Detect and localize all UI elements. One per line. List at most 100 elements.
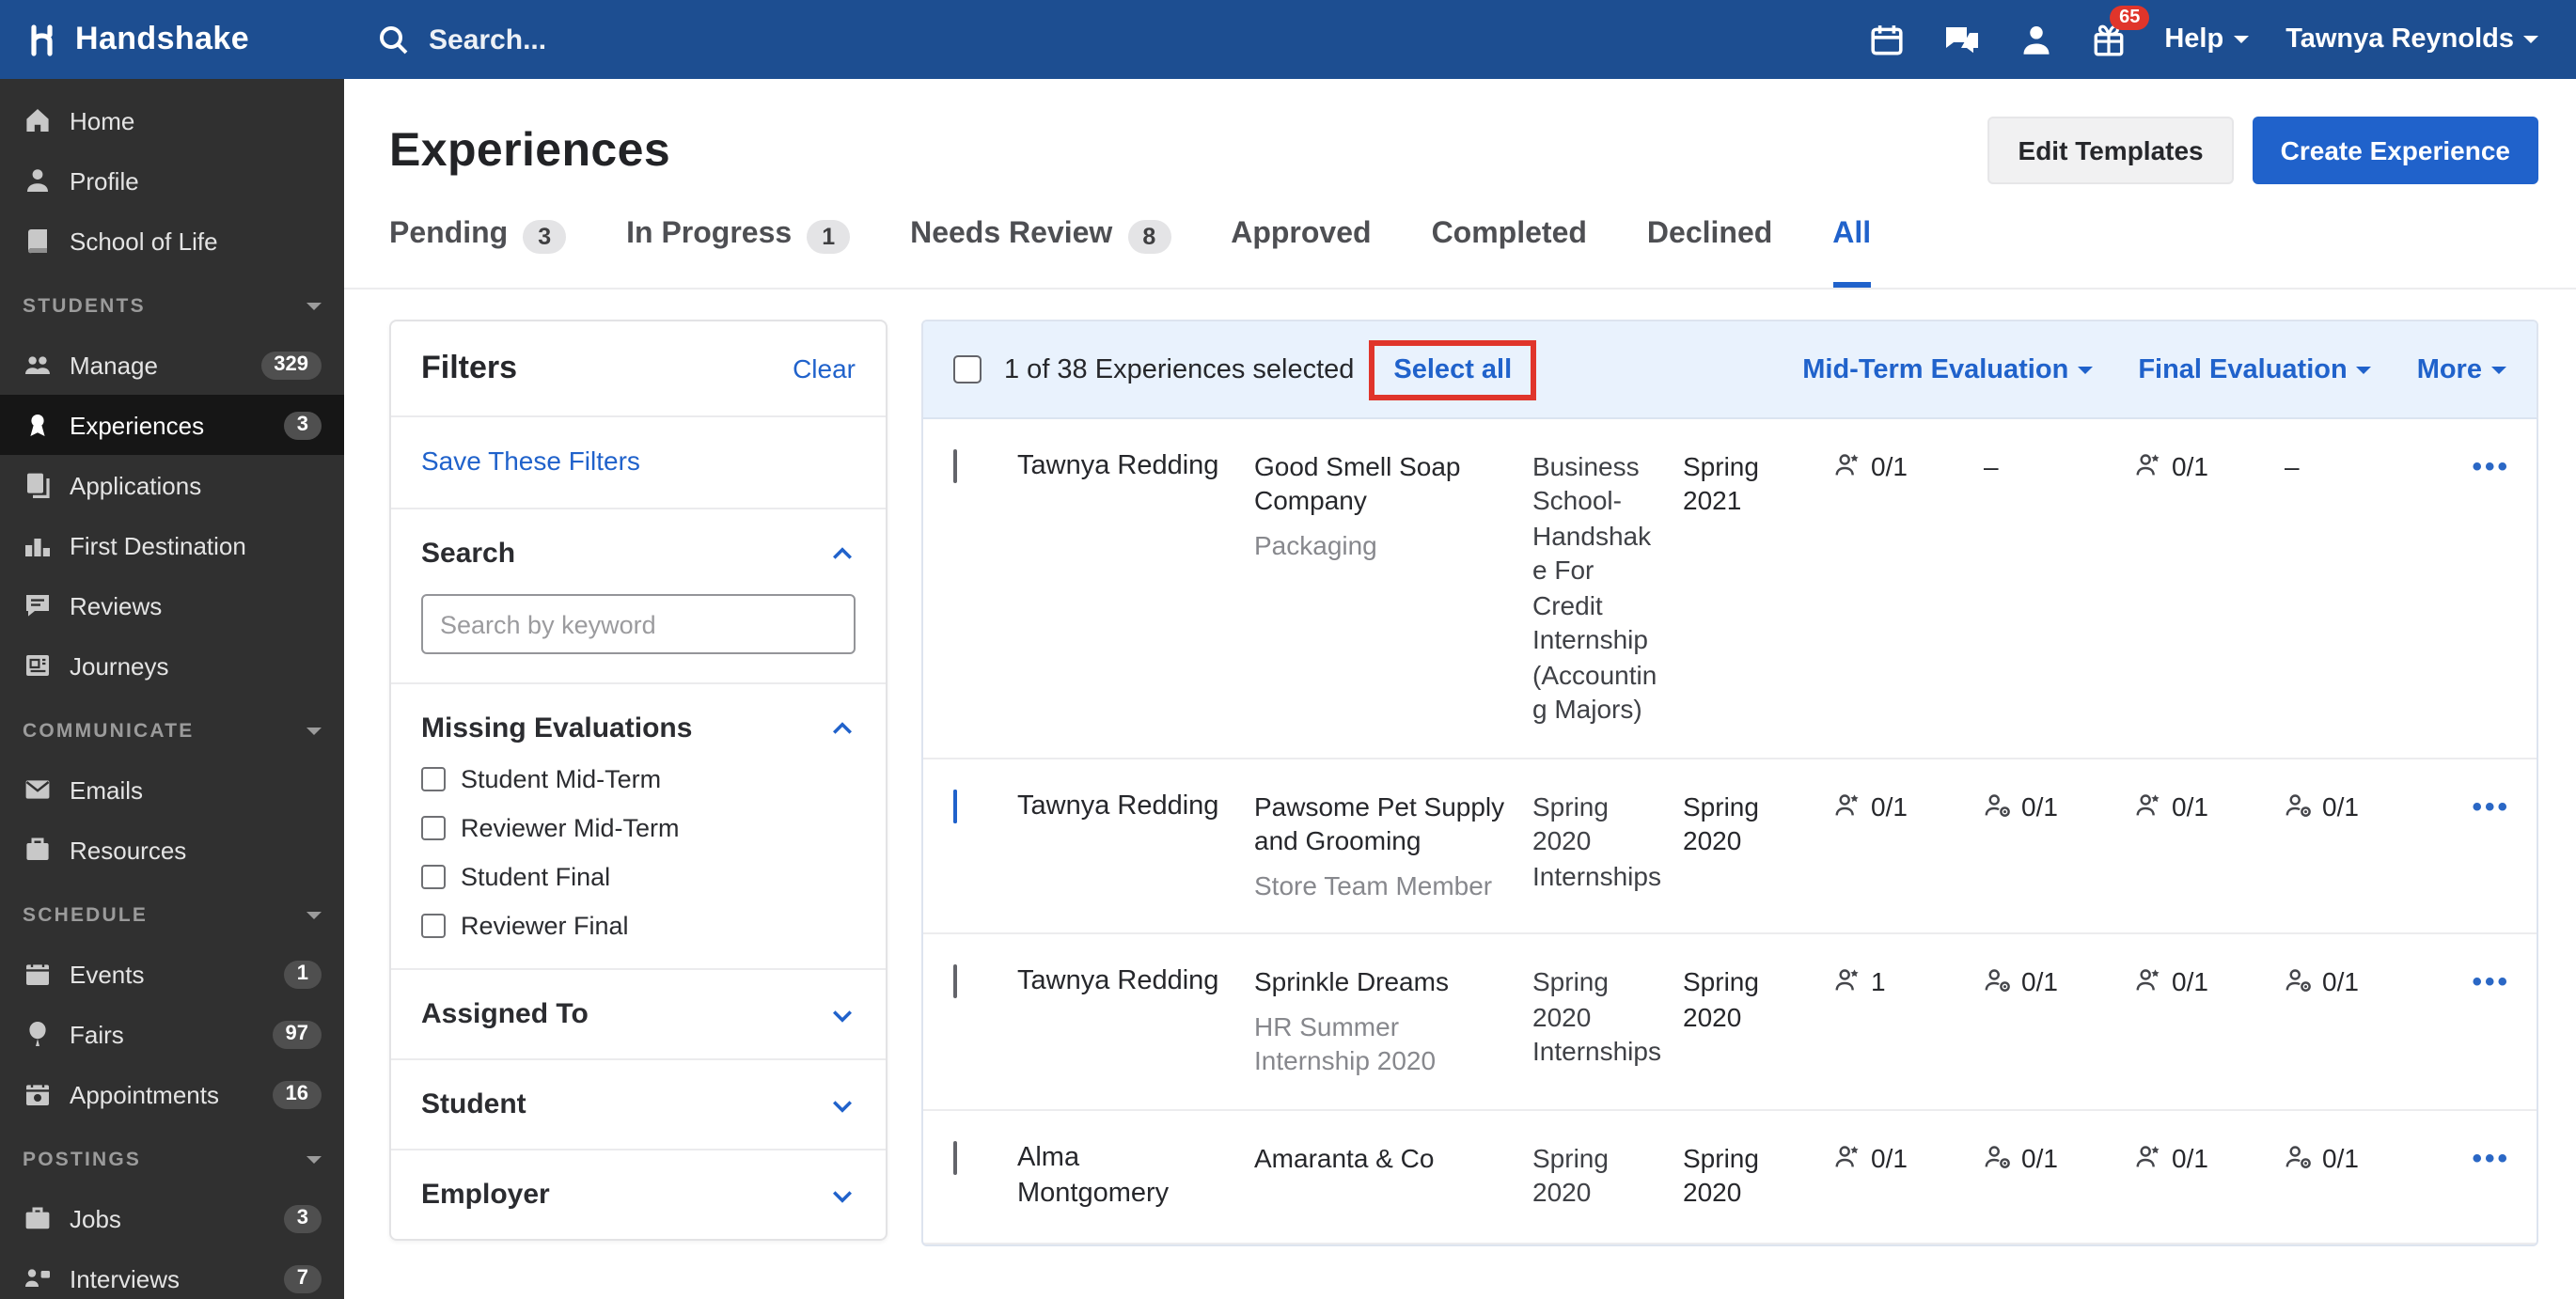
checkbox[interactable] bbox=[421, 865, 446, 889]
tab-count: 8 bbox=[1127, 220, 1171, 254]
employer-name[interactable]: Amaranta & Co bbox=[1254, 1140, 1514, 1175]
filter-section-assigned-to[interactable]: Assigned To bbox=[421, 998, 856, 1030]
table-row[interactable]: Alma Montgomery Amaranta & Co Spring 202… bbox=[923, 1110, 2537, 1244]
role-title: Packaging bbox=[1254, 529, 1377, 560]
sidebar-section-communicate[interactable]: COMMUNICATE bbox=[0, 703, 344, 759]
sidebar-item-interviews[interactable]: Interviews 7 bbox=[0, 1248, 344, 1299]
section-label: Employer bbox=[421, 1179, 550, 1211]
sidebar-item-reviews[interactable]: Reviews bbox=[0, 575, 344, 635]
row-actions-button[interactable]: ••• bbox=[2472, 451, 2510, 483]
student-name[interactable]: Alma Montgomery bbox=[1017, 1140, 1254, 1213]
sidebar-item-jobs[interactable]: Jobs 3 bbox=[0, 1188, 344, 1248]
sidebar-item-experiences[interactable]: Experiences 3 bbox=[0, 395, 344, 455]
sidebar-item-label: School of Life bbox=[70, 227, 218, 255]
sidebar-section-schedule[interactable]: SCHEDULE bbox=[0, 887, 344, 944]
keyword-search-input[interactable] bbox=[421, 594, 856, 654]
sidebar-item-manage[interactable]: Manage 329 bbox=[0, 335, 344, 395]
sidebar-item-home[interactable]: Home bbox=[0, 90, 344, 150]
profile-icon[interactable] bbox=[2019, 23, 2053, 56]
student-name[interactable]: Tawnya Redding bbox=[1017, 449, 1254, 728]
checkbox[interactable] bbox=[421, 816, 446, 840]
row-actions-button[interactable]: ••• bbox=[2472, 791, 2510, 823]
sidebar-item-label: Appointments bbox=[70, 1080, 219, 1108]
status-tabs: Pending 3 In Progress 1 Needs Review 8 Appr… bbox=[344, 214, 2576, 290]
employer-name[interactable]: Good Smell Soap Company bbox=[1254, 449, 1514, 519]
tab-approved[interactable]: Approved bbox=[1231, 214, 1371, 288]
sidebar-item-fairs[interactable]: Fairs 97 bbox=[0, 1004, 344, 1064]
tab-label: Pending bbox=[389, 218, 509, 250]
final-student-eval: 0/1 bbox=[2134, 1140, 2285, 1213]
messages-icon[interactable] bbox=[1942, 22, 1982, 57]
row-checkbox[interactable] bbox=[953, 449, 957, 483]
sidebar-item-label: Profile bbox=[70, 166, 139, 195]
final-student-eval: 0/1 bbox=[2134, 449, 2285, 728]
row-actions-button[interactable]: ••• bbox=[2472, 966, 2510, 998]
student-name[interactable]: Tawnya Redding bbox=[1017, 964, 1254, 1078]
final-evaluation-dropdown[interactable]: Final Evaluation bbox=[2138, 354, 2372, 384]
sidebar-item-journeys[interactable]: Journeys bbox=[0, 635, 344, 696]
help-menu[interactable]: Help bbox=[2164, 24, 2249, 55]
filter-section-search[interactable]: Search bbox=[421, 538, 856, 570]
sidebar-section-postings[interactable]: POSTINGS bbox=[0, 1132, 344, 1188]
employer-name[interactable]: Pawsome Pet Supply and Grooming bbox=[1254, 790, 1514, 859]
save-filters-link[interactable]: Save These Filters bbox=[421, 446, 640, 476]
employer-name[interactable]: Sprinkle Dreams bbox=[1254, 964, 1514, 999]
global-search[interactable]: Search... bbox=[378, 23, 1869, 55]
row-checkbox[interactable] bbox=[953, 1140, 957, 1175]
tab-completed[interactable]: Completed bbox=[1432, 214, 1587, 288]
tab-pending[interactable]: Pending 3 bbox=[389, 214, 567, 288]
sidebar-section-students[interactable]: STUDENTS bbox=[0, 278, 344, 335]
tab-in-progress[interactable]: In Progress 1 bbox=[626, 214, 851, 288]
filter-section-student[interactable]: Student bbox=[421, 1088, 856, 1120]
eval-count: 0/1 bbox=[2021, 966, 2058, 997]
clear-filters-link[interactable]: Clear bbox=[793, 353, 856, 383]
sidebar-item-profile[interactable]: Profile bbox=[0, 150, 344, 211]
handshake-mark-icon bbox=[26, 22, 62, 57]
select-all-link[interactable]: Select all bbox=[1393, 354, 1512, 384]
gift-icon[interactable]: 65 bbox=[2091, 5, 2150, 57]
sidebar-item-first-destination[interactable]: First Destination bbox=[0, 515, 344, 575]
count-badge: 16 bbox=[272, 1080, 322, 1108]
select-all-checkbox[interactable] bbox=[953, 355, 982, 383]
checkbox[interactable] bbox=[421, 914, 446, 938]
sidebar-item-emails[interactable]: Emails bbox=[0, 759, 344, 820]
mid-term-evaluation-dropdown[interactable]: Mid-Term Evaluation bbox=[1802, 354, 2094, 384]
final-student-eval: 0/1 bbox=[2134, 964, 2285, 1078]
table-row[interactable]: Tawnya Redding Sprinkle Dreams HR Summer… bbox=[923, 934, 2537, 1111]
tab-all[interactable]: All bbox=[1832, 214, 1873, 288]
checkbox-reviewer-mid-term[interactable]: Reviewer Mid-Term bbox=[421, 814, 856, 842]
sidebar-item-resources[interactable]: Resources bbox=[0, 820, 344, 880]
tab-declined[interactable]: Declined bbox=[1647, 214, 1772, 288]
checkbox-student-final[interactable]: Student Final bbox=[421, 863, 856, 891]
more-dropdown[interactable]: More bbox=[2417, 354, 2506, 384]
user-menu[interactable]: Tawnya Reynolds bbox=[2285, 24, 2538, 55]
experience-type: Business School-Handshake For Credit Int… bbox=[1532, 451, 1657, 725]
table-row[interactable]: Tawnya Redding Good Smell Soap Company P… bbox=[923, 419, 2537, 759]
row-actions-button[interactable]: ••• bbox=[2472, 1142, 2510, 1174]
chevron-down-icon bbox=[829, 1182, 856, 1208]
checkbox[interactable] bbox=[421, 767, 446, 791]
eval-count: – bbox=[2285, 451, 2300, 481]
filter-section-missing-evaluations[interactable]: Missing Evaluations bbox=[421, 712, 856, 744]
filter-section-employer[interactable]: Employer bbox=[421, 1179, 856, 1211]
count-badge: 329 bbox=[260, 351, 322, 379]
row-checkbox[interactable] bbox=[953, 964, 957, 999]
sidebar-item-applications[interactable]: Applications bbox=[0, 455, 344, 515]
sidebar-item-school-of-life[interactable]: School of Life bbox=[0, 211, 344, 271]
section-label: Missing Evaluations bbox=[421, 712, 693, 744]
sidebar-item-events[interactable]: Events 1 bbox=[0, 944, 344, 1004]
eval-count: 0/1 bbox=[2172, 1142, 2208, 1173]
edit-templates-button[interactable]: Edit Templates bbox=[1987, 117, 2234, 184]
checkbox-reviewer-final[interactable]: Reviewer Final bbox=[421, 912, 856, 940]
checkbox-student-mid-term[interactable]: Student Mid-Term bbox=[421, 765, 856, 793]
table-row[interactable]: Tawnya Redding Pawsome Pet Supply and Gr… bbox=[923, 759, 2537, 935]
calendar-icon[interactable] bbox=[1869, 22, 1905, 57]
student-name[interactable]: Tawnya Redding bbox=[1017, 790, 1254, 903]
create-experience-button[interactable]: Create Experience bbox=[2252, 117, 2538, 184]
row-checkbox[interactable] bbox=[953, 789, 957, 823]
mid-term-reviewer-eval: 0/1 bbox=[1984, 790, 2134, 903]
handshake-logo[interactable]: Handshake bbox=[0, 21, 344, 58]
chevron-down-icon bbox=[2356, 366, 2372, 381]
tab-needs-review[interactable]: Needs Review 8 bbox=[910, 214, 1171, 288]
sidebar-item-appointments[interactable]: Appointments 16 bbox=[0, 1064, 344, 1124]
